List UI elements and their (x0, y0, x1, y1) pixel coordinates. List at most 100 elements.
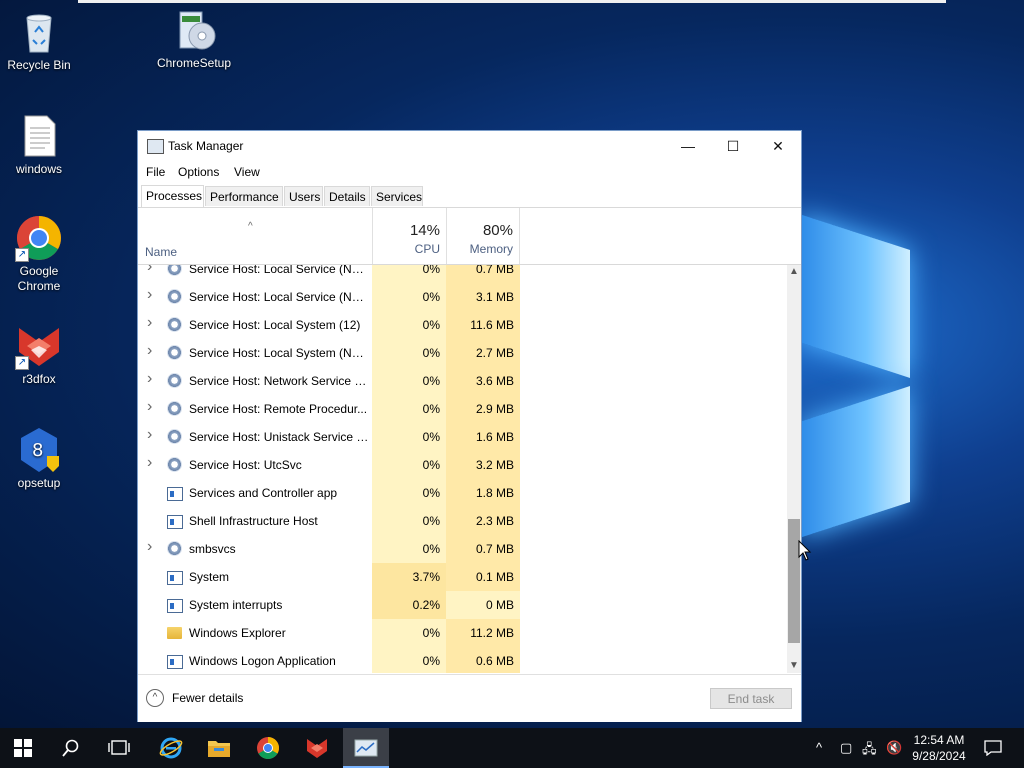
column-memory-header[interactable]: 80% Memory (446, 208, 520, 264)
desktop-icon-google-chrome[interactable]: ↗ Google Chrome (1, 214, 77, 294)
action-center-small-icon[interactable]: ▢ (840, 740, 852, 756)
column-header: ^ Name 14% CPU 80% Memory (138, 208, 801, 265)
scrollbar-thumb[interactable] (788, 519, 800, 643)
r3dfox-icon[interactable] (294, 728, 340, 768)
desktop-icon-recycle-bin[interactable]: Recycle Bin (1, 8, 77, 73)
menu-view[interactable]: View (234, 165, 260, 179)
table-row[interactable]: › Service Host: Local Service (No i... 0% 0… (138, 265, 787, 283)
table-row[interactable]: › Service Host: Local System (Net... 0% 2.7… (138, 339, 787, 367)
table-row[interactable]: Windows Explorer 0% 11.2 MB (138, 619, 787, 647)
memory-cell: 3.1 MB (446, 283, 520, 311)
shortcut-arrow-icon: ↗ (15, 248, 29, 262)
process-name: smbsvcs (189, 542, 236, 556)
menu-file[interactable]: File (146, 165, 165, 179)
table-row[interactable]: Services and Controller app 0% 1.8 MB (138, 479, 787, 507)
expand-chevron-icon[interactable]: › (147, 538, 152, 556)
table-row[interactable]: › Service Host: Unistack Service G... 0% 1.… (138, 423, 787, 451)
expand-chevron-icon[interactable]: › (147, 454, 152, 472)
memory-cell: 0.1 MB (446, 563, 520, 591)
desktop-icon-label: opsetup (17, 476, 61, 490)
search-icon[interactable] (48, 728, 94, 768)
process-name: Windows Logon Application (189, 654, 336, 668)
table-row[interactable]: › Service Host: Local Service (No ... 0% 3.… (138, 283, 787, 311)
table-row[interactable]: Shell Infrastructure Host 0% 2.3 MB (138, 507, 787, 535)
cpu-cell: 0% (372, 507, 446, 535)
chevron-up-icon[interactable]: ^ (816, 740, 822, 755)
process-list[interactable]: › Service Host: Local Service (No i... 0% 0… (138, 265, 787, 673)
notifications-icon[interactable] (984, 740, 1002, 759)
menu-options[interactable]: Options (178, 165, 219, 179)
gear-icon (167, 345, 182, 360)
desktop-icon-opsetup[interactable]: 8 opsetup (1, 426, 77, 491)
process-name: Service Host: UtcSvc (189, 458, 302, 472)
end-task-button[interactable]: End task (710, 688, 792, 709)
table-row[interactable]: Windows Logon Application 0% 0.6 MB (138, 647, 787, 673)
gear-icon (167, 401, 182, 416)
cpu-cell: 0% (372, 339, 446, 367)
gear-icon (167, 265, 182, 276)
expand-chevron-icon[interactable]: › (147, 426, 152, 444)
desktop-icon-windows[interactable]: windows (1, 112, 77, 177)
system-clock[interactable]: 12:54 AM 9/28/2024 (904, 732, 974, 764)
desktop-icon-label: ChromeSetup (156, 56, 232, 70)
table-row[interactable]: › Service Host: Local System (12) 0% 11.6 M… (138, 311, 787, 339)
maximize-button[interactable]: ☐ (710, 131, 756, 161)
table-row[interactable]: › Service Host: Remote Procedur... 0% 2.9 M… (138, 395, 787, 423)
process-name: Services and Controller app (189, 486, 338, 500)
minimize-button[interactable]: — (665, 131, 711, 161)
table-row[interactable]: System interrupts 0.2% 0 MB (138, 591, 787, 619)
table-row[interactable]: › smbsvcs 0% 0.7 MB (138, 535, 787, 563)
mouse-cursor-icon (798, 540, 812, 561)
footer: ^ Fewer details End task (138, 674, 801, 722)
taskbar: ^ ▢ 🖧 🔇 12:54 AM 9/28/2024 (0, 728, 1024, 768)
expand-chevron-icon[interactable]: › (147, 286, 152, 304)
table-row[interactable]: › Service Host: UtcSvc 0% 3.2 MB (138, 451, 787, 479)
chevron-up-circle-icon[interactable]: ^ (146, 689, 164, 707)
expand-chevron-icon[interactable]: › (147, 370, 152, 388)
start-icon[interactable] (0, 728, 46, 768)
expand-chevron-icon[interactable]: › (147, 314, 152, 332)
cpu-cell: 0% (372, 311, 446, 339)
title-bar[interactable]: Task Manager — ☐ ✕ (138, 131, 801, 161)
desktop-icon-chromesetup[interactable]: ChromeSetup (156, 6, 232, 71)
windows-logo-wallpaper (800, 214, 912, 538)
chrome-icon[interactable] (245, 728, 291, 768)
background-window-edge (78, 0, 946, 3)
fewer-details-link[interactable]: Fewer details (172, 691, 243, 705)
cpu-cell: 0% (372, 367, 446, 395)
expand-chevron-icon[interactable]: › (147, 398, 152, 416)
gear-icon (167, 541, 182, 556)
scroll-up-icon[interactable]: ▲ (787, 265, 801, 279)
table-row[interactable]: System 3.7% 0.1 MB (138, 563, 787, 591)
task-manager-icon[interactable] (343, 728, 389, 768)
app-window-icon (167, 571, 183, 585)
expand-chevron-icon[interactable]: › (147, 342, 152, 360)
task-view-icon[interactable] (96, 728, 142, 768)
tab-processes[interactable]: Processes (141, 185, 204, 207)
memory-cell: 3.2 MB (446, 451, 520, 479)
internet-explorer-icon[interactable] (148, 728, 194, 768)
process-name: System (189, 570, 230, 584)
column-name-header[interactable]: Name (145, 245, 177, 259)
task-manager-window[interactable]: Task Manager — ☐ ✕ File Options View Pro… (137, 130, 802, 722)
tab-users[interactable]: Users (284, 186, 323, 206)
memory-cell: 2.7 MB (446, 339, 520, 367)
process-name: Windows Explorer (189, 626, 286, 640)
column-cpu-header[interactable]: 14% CPU (372, 208, 446, 264)
tab-services[interactable]: Services (371, 186, 423, 206)
gear-icon (167, 457, 182, 472)
cpu-cell: 0.2% (372, 591, 446, 619)
close-button[interactable]: ✕ (755, 131, 801, 161)
tab-details[interactable]: Details (324, 186, 370, 206)
file-explorer-icon[interactable] (196, 728, 242, 768)
desktop-icon-r3dfox[interactable]: ↗ r3dfox (1, 322, 77, 387)
volume-muted-icon[interactable]: 🔇 (886, 740, 902, 756)
scroll-down-icon[interactable]: ▼ (787, 659, 801, 673)
tab-performance[interactable]: Performance (205, 186, 283, 206)
vertical-scrollbar[interactable]: ▲ ▼ (787, 265, 801, 673)
cpu-cell: 0% (372, 479, 446, 507)
cpu-total-percent: 14% (409, 222, 440, 239)
table-row[interactable]: › Service Host: Network Service (5) 0% 3.6 … (138, 367, 787, 395)
network-icon[interactable]: 🖧 (862, 740, 877, 762)
expand-chevron-icon[interactable]: › (147, 265, 152, 276)
